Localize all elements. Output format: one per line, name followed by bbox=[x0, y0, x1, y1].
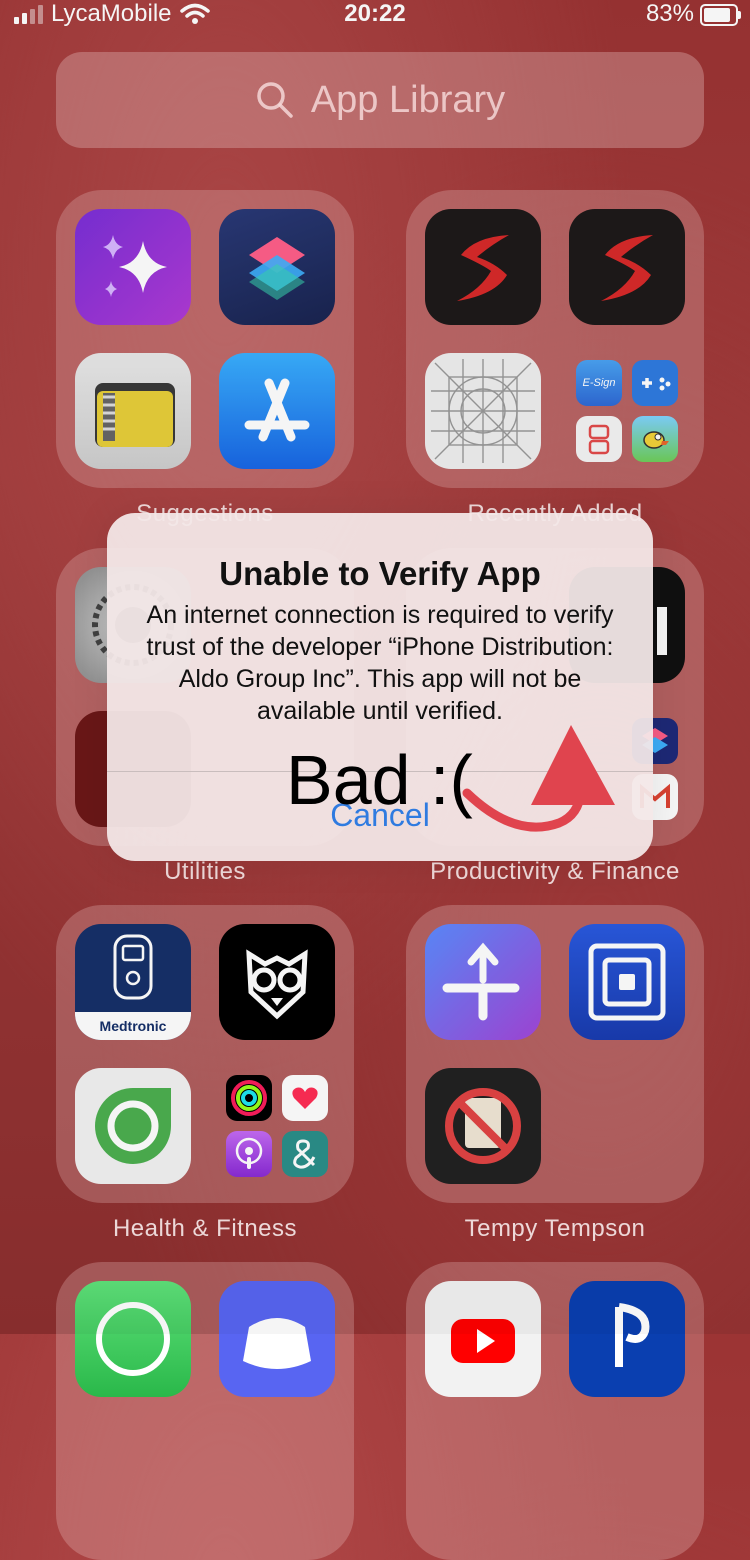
curved-arrow-icon bbox=[462, 725, 615, 832]
annotation-text: Bad :( bbox=[286, 741, 473, 819]
dialog-message: An internet connection is required to ve… bbox=[146, 601, 614, 725]
dialog-title: Unable to Verify App bbox=[219, 555, 541, 592]
